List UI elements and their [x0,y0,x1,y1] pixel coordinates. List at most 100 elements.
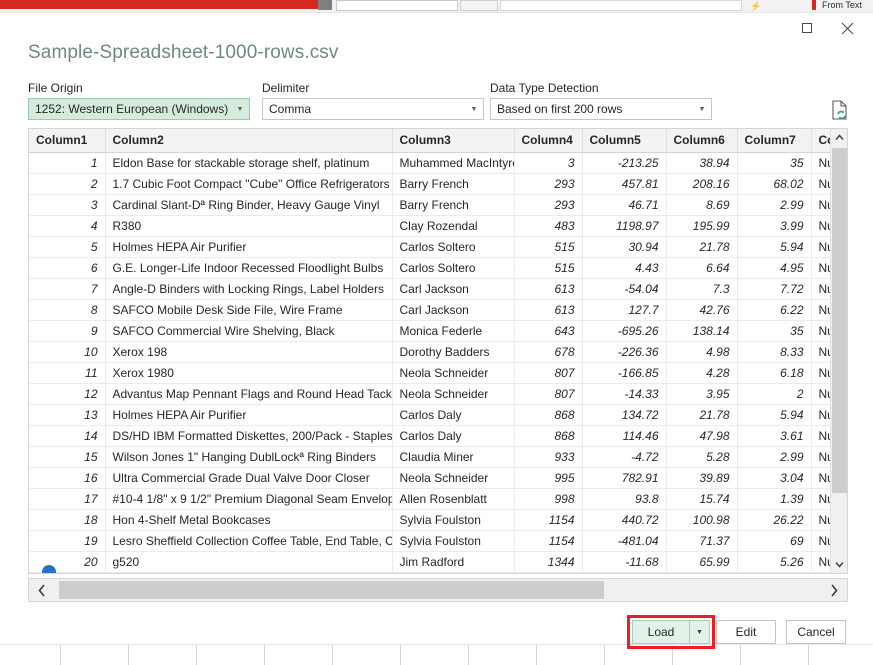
table-cell: 127.7 [582,300,666,321]
csv-import-dialog: Sample-Spreadsheet-1000-rows.csv File Or… [0,13,873,644]
file-refresh-icon[interactable] [828,99,850,123]
table-cell: -54.04 [582,279,666,300]
table-cell: SAFCO Commercial Wire Shelving, Black [105,321,392,342]
data-type-detection-select[interactable]: Based on first 200 rows ▼ [490,98,712,120]
table-row: 21.7 Cubic Foot Compact "Cube" Office Re… [29,174,848,195]
table-cell: 46.71 [582,195,666,216]
load-button[interactable]: Load [632,620,690,644]
chevron-down-icon[interactable] [831,556,848,573]
table-row: 17#10-4 1/8" x 9 1/2" Premium Diagonal S… [29,489,848,510]
table-cell: Barry French [392,174,514,195]
table-cell: 195.99 [666,216,737,237]
chevron-down-icon: ▼ [465,106,483,113]
table-cell: Angle-D Binders with Locking Rings, Labe… [105,279,392,300]
close-icon[interactable] [827,14,867,42]
preview-horizontal-scrollbar[interactable] [28,578,848,602]
csv-preview-table-container[interactable]: Column1 Column2 Column3 Column4 Column5 … [28,128,848,574]
table-cell: 5.26 [737,552,811,573]
chevron-up-icon[interactable] [831,129,848,146]
table-row: 15Wilson Jones 1" Hanging DublLockª Ring… [29,447,848,468]
ribbon-red-tick [812,0,816,10]
delimiter-value: Comma [263,102,465,116]
table-cell: Clay Rozendal [392,216,514,237]
table-cell: 4 [29,216,105,237]
load-dropdown-button[interactable]: ▼ [690,620,710,644]
table-cell: 8.33 [737,342,811,363]
table-cell: 998 [514,489,582,510]
vertical-scroll-thumb[interactable] [832,148,847,493]
table-cell: Sylvia Foulston [392,531,514,552]
edit-button[interactable]: Edit [716,620,776,644]
delimiter-label: Delimiter [262,81,484,95]
table-cell: Holmes HEPA Air Purifier [105,237,392,258]
delimiter-group: Delimiter Comma ▼ [262,81,484,120]
table-cell: 3.61 [737,426,811,447]
table-header-row: Column1 Column2 Column3 Column4 Column5 … [29,129,848,153]
table-cell: Claudia Miner [392,447,514,468]
column-header-2[interactable]: Column2 [105,129,392,153]
table-row: 1Eldon Base for stackable storage shelf,… [29,153,848,174]
table-cell: -166.85 [582,363,666,384]
table-cell: 12 [29,384,105,405]
table-cell: 30.94 [582,237,666,258]
table-cell: 868 [514,426,582,447]
table-cell: Carl Jackson [392,279,514,300]
table-cell: 8 [29,300,105,321]
table-cell: Ultra Commercial Grade Dual Valve Door C… [105,468,392,489]
table-cell: 26.22 [737,510,811,531]
table-cell: Eldon Base for stackable storage shelf, … [105,153,392,174]
table-cell: 1154 [514,510,582,531]
table-cell: 1 [29,153,105,174]
table-cell: 18 [29,510,105,531]
ribbon-from-text-label: From Text [822,0,862,10]
table-cell: 14 [29,426,105,447]
column-header-7[interactable]: Column7 [737,129,811,153]
table-cell: 35 [737,321,811,342]
table-cell: 515 [514,258,582,279]
table-cell: Holmes HEPA Air Purifier [105,405,392,426]
column-header-5[interactable]: Column5 [582,129,666,153]
table-cell: 138.14 [666,321,737,342]
column-header-6[interactable]: Column6 [666,129,737,153]
column-header-1[interactable]: Column1 [29,129,105,153]
column-header-4[interactable]: Column4 [514,129,582,153]
table-cell: 13 [29,405,105,426]
chevron-down-icon: ▼ [231,106,249,113]
ribbon-strip: ⚡ From Text [0,0,873,13]
table-cell: Barry French [392,195,514,216]
table-cell: 16 [29,468,105,489]
delimiter-select[interactable]: Comma ▼ [262,98,484,120]
table-cell: 42.76 [666,300,737,321]
table-cell: -14.33 [582,384,666,405]
chevron-left-icon[interactable] [29,579,55,601]
table-cell: 782.91 [582,468,666,489]
file-origin-label: File Origin [28,81,250,95]
table-row: 9SAFCO Commercial Wire Shelving, BlackMo… [29,321,848,342]
table-cell: 20 [29,552,105,573]
table-row: 13Holmes HEPA Air PurifierCarlos Daly868… [29,405,848,426]
cancel-button[interactable]: Cancel [786,620,846,644]
table-cell: 11 [29,363,105,384]
table-cell: 4.98 [666,342,737,363]
preview-vertical-scrollbar[interactable] [830,129,847,573]
table-cell: 1.7 Cubic Foot Compact "Cube" Office Ref… [105,174,392,195]
table-cell: Xerox 1980 [105,363,392,384]
column-header-3[interactable]: Column3 [392,129,514,153]
horizontal-scroll-thumb[interactable] [59,581,604,599]
table-cell: g520 [105,552,392,573]
data-type-detection-label: Data Type Detection [490,81,712,95]
chevron-right-icon[interactable] [821,579,847,601]
table-cell: 5.94 [737,237,811,258]
table-cell: 457.81 [582,174,666,195]
table-cell: Neola Schneider [392,384,514,405]
maximize-icon[interactable] [787,14,827,42]
table-cell: Monica Federle [392,321,514,342]
table-cell: 208.16 [666,174,737,195]
table-cell: 293 [514,195,582,216]
table-row: 6G.E. Longer-Life Indoor Recessed Floodl… [29,258,848,279]
table-cell: 69 [737,531,811,552]
table-cell: 1154 [514,531,582,552]
ribbon-red-highlight [0,0,318,9]
file-origin-select[interactable]: 1252: Western European (Windows) ▼ [28,98,250,120]
data-type-detection-value: Based on first 200 rows [491,102,693,116]
